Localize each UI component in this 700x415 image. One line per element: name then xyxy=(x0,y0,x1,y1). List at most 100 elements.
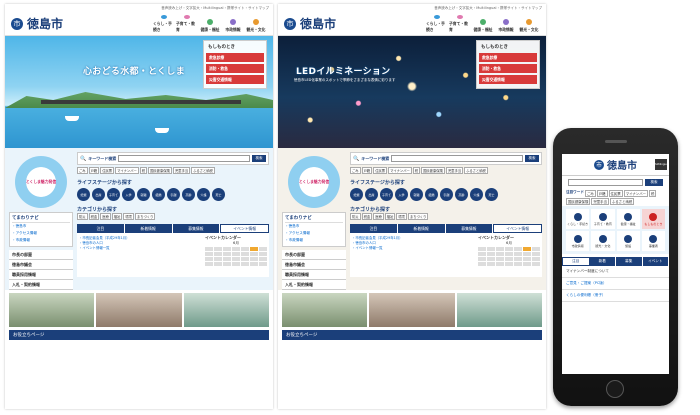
side-nav-item[interactable]: 徳島市議会 xyxy=(282,260,346,270)
search-input[interactable] xyxy=(391,155,523,162)
school-icon[interactable]: 入学 xyxy=(395,188,408,201)
category-item[interactable]: 福祉 xyxy=(111,213,123,220)
top-links[interactable]: 音声読み上げ・文字拡大・Multilingual・携帯サイト・サイトマップ xyxy=(5,4,273,12)
mobile-list-item[interactable]: ご意見・ご提案（PC版） xyxy=(562,278,669,290)
photo-banner[interactable] xyxy=(183,293,269,327)
death-icon[interactable]: 死亡 xyxy=(485,188,498,201)
keyword-tag[interactable]: 戸籍 xyxy=(596,190,608,197)
tab-new[interactable]: 新着情報 xyxy=(124,224,173,233)
photo-banner[interactable] xyxy=(282,293,368,327)
tab-recruit[interactable]: 募集情報 xyxy=(172,224,221,233)
menu-tourism[interactable]: 観光・文化 xyxy=(591,231,615,251)
marriage-icon[interactable]: 結婚 xyxy=(425,188,438,201)
navi-link[interactable]: ・徳島市 xyxy=(285,223,343,230)
category-item[interactable]: 医療 xyxy=(100,213,111,220)
navi-link[interactable]: ・徳島市 xyxy=(12,223,70,230)
keyword-tag[interactable]: 児童手当 xyxy=(172,167,191,174)
keyword-tag[interactable]: 国民健康保険 xyxy=(421,167,445,174)
keyword-tag[interactable]: ふるさと納税 xyxy=(464,167,488,174)
hero-banner[interactable]: 心おどる水都・とくしま もしものとき 救急診療 消防・救急 災害交通情報 xyxy=(5,36,273,148)
tab-events[interactable]: イベント情報 xyxy=(493,224,542,233)
category-item[interactable]: 福祉 xyxy=(384,213,396,220)
category-item[interactable]: 医療 xyxy=(373,213,384,220)
mobile-search-input[interactable] xyxy=(568,179,643,186)
gnav-health[interactable]: 健康・福祉 xyxy=(199,15,221,33)
moving-icon[interactable]: 引越 xyxy=(440,188,453,201)
city-logo-mark[interactable]: 市 xyxy=(594,159,604,170)
keyword-tag[interactable]: 児童手当 xyxy=(445,167,464,174)
keyword-tag[interactable]: 税 xyxy=(412,167,421,174)
gnav-childcare[interactable]: 子育て・教育 xyxy=(449,14,471,33)
category-item[interactable]: 環境 xyxy=(396,213,407,220)
gnav-childcare[interactable]: 子育て・教育 xyxy=(176,14,198,33)
site-logo[interactable]: 徳島市 xyxy=(300,15,336,32)
gnav-living[interactable]: くらし・手続き xyxy=(153,14,175,33)
tab-recruit[interactable]: 募集 xyxy=(616,257,643,266)
keyword-tag[interactable]: マイナンバー xyxy=(623,190,648,197)
mobile-list-item[interactable]: くらしの便利帳（冊子） xyxy=(562,290,669,302)
elderly-icon[interactable]: 高齢 xyxy=(182,188,195,201)
photo-banner[interactable] xyxy=(9,293,95,327)
tab-featured[interactable]: 注目 xyxy=(350,224,398,233)
navi-link[interactable]: ・アクセス情報 xyxy=(285,230,343,237)
side-nav-item[interactable]: 市長の部屋 xyxy=(282,250,346,260)
fire-rescue-button[interactable]: 消防・救急 xyxy=(479,64,537,73)
gnav-government[interactable]: 市政情報 xyxy=(495,15,517,33)
keyword-tag[interactable]: マイナンバー xyxy=(115,167,139,174)
gnav-government[interactable]: 市政情報 xyxy=(222,15,244,33)
side-nav-item[interactable]: 入札・契約情報 xyxy=(9,280,73,290)
keyword-tag[interactable]: 児童手当 xyxy=(591,198,609,205)
pregnancy-icon[interactable]: 妊娠 xyxy=(77,188,90,201)
home-button[interactable] xyxy=(606,380,624,398)
keyword-tag[interactable]: 戸籍 xyxy=(88,167,100,174)
category-item[interactable]: まちづくり xyxy=(407,213,429,220)
category-item[interactable]: 環境 xyxy=(123,213,134,220)
keyword-tag[interactable]: ごみ xyxy=(77,167,88,174)
attraction-badge[interactable]: とくしま魅力発信 xyxy=(15,156,67,208)
navi-link[interactable]: ・市政情報 xyxy=(12,237,70,244)
keyword-tag[interactable]: ごみ xyxy=(350,167,361,174)
keyword-tag[interactable]: ふるさと納税 xyxy=(609,198,635,205)
city-logo-mark[interactable]: 市 xyxy=(11,17,23,30)
category-item[interactable]: 税金 xyxy=(88,213,100,220)
job-icon[interactable]: 就職 xyxy=(410,188,423,201)
top-links[interactable]: 音声読み上げ・文字拡大・Multilingual・携帯サイト・サイトマップ xyxy=(278,4,546,12)
category-item[interactable]: まちづくり xyxy=(134,213,156,220)
search-button[interactable]: 検索 xyxy=(525,155,539,162)
multilingual-button[interactable]: Multilingual xyxy=(653,159,669,170)
news-item[interactable]: ・イベント情報一覧 xyxy=(352,245,475,250)
calendar-grid[interactable] xyxy=(205,247,267,266)
tab-events[interactable]: イベント情報 xyxy=(220,224,269,233)
menu-emergency[interactable]: もしものとき xyxy=(641,209,665,229)
menu-facilities[interactable]: 施設 xyxy=(616,231,640,251)
childcare-icon[interactable]: 子育て xyxy=(107,188,120,201)
care-icon[interactable]: 介護 xyxy=(197,188,210,201)
care-icon[interactable]: 介護 xyxy=(470,188,483,201)
category-item[interactable]: 税金 xyxy=(361,213,373,220)
city-logo-mark[interactable]: 市 xyxy=(284,17,296,30)
job-icon[interactable]: 就職 xyxy=(137,188,150,201)
attraction-badge[interactable]: とくしま魅力発信 xyxy=(288,156,340,208)
elderly-icon[interactable]: 高齢 xyxy=(455,188,468,201)
search-input[interactable] xyxy=(118,155,250,162)
photo-banner[interactable] xyxy=(456,293,542,327)
news-item[interactable]: ・イベント情報一覧 xyxy=(79,245,202,250)
emergency-clinic-button[interactable]: 救急診療 xyxy=(479,53,537,62)
keyword-tag[interactable]: 戸籍 xyxy=(361,167,373,174)
menu-business[interactable]: 事業者 xyxy=(641,231,665,251)
keyword-tag[interactable]: 税 xyxy=(648,190,657,197)
tab-featured[interactable]: 注目 xyxy=(562,257,590,266)
menu-government[interactable]: 市政情報 xyxy=(566,231,590,251)
birth-icon[interactable]: 出産 xyxy=(365,188,378,201)
hero-banner[interactable]: LEDイルミネーション 徳島市LED化事業のスポットで季節をさまざまな表情に彩り… xyxy=(278,36,546,148)
keyword-tag[interactable]: ごみ xyxy=(584,190,596,197)
keyword-tag[interactable]: 住民票 xyxy=(373,167,388,174)
photo-banner[interactable] xyxy=(369,293,455,327)
gnav-health[interactable]: 健康・福祉 xyxy=(472,15,494,33)
category-item[interactable]: 防災 xyxy=(350,213,361,220)
disaster-traffic-button[interactable]: 災害交通情報 xyxy=(206,75,264,84)
menu-living[interactable]: くらし・手続き xyxy=(566,209,590,229)
birth-icon[interactable]: 出産 xyxy=(92,188,105,201)
tab-featured[interactable]: 注目 xyxy=(77,224,125,233)
school-icon[interactable]: 入学 xyxy=(122,188,135,201)
